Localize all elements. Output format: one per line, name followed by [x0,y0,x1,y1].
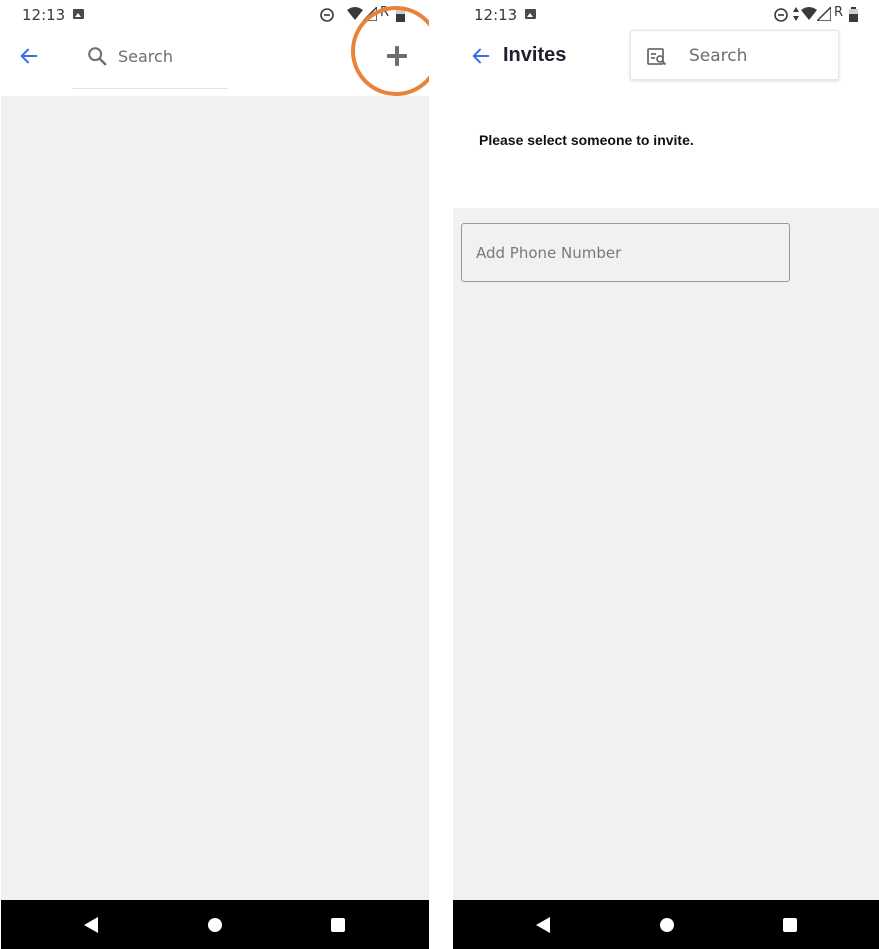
arrow-left-icon[interactable] [470,45,492,67]
status-bar: 12:13 R [453,0,879,30]
recents-square-icon[interactable] [331,918,345,932]
image-icon [525,9,536,19]
status-time: 12:13 [474,6,518,24]
nav-bar [1,900,429,949]
data-arrows-icon [793,7,799,21]
plus-icon[interactable] [377,36,417,76]
do-not-disturb-icon [774,8,788,22]
recents-square-icon[interactable] [783,918,797,932]
search-input[interactable]: Search [118,47,173,66]
content-area [1,96,429,900]
search-underline [72,88,228,89]
contact-search-icon [647,48,667,66]
signal-icon [363,7,377,21]
roaming-label: R [380,5,390,20]
app-bar: Search [1,30,429,96]
status-time: 12:13 [22,6,66,24]
signal-icon [817,7,831,21]
wifi-icon [801,7,817,20]
back-triangle-icon[interactable] [536,917,550,933]
search-input[interactable]: Search [689,46,747,66]
home-circle-icon[interactable] [660,918,674,932]
do-not-disturb-icon [320,8,334,22]
search-box[interactable]: Search [630,30,839,80]
search-icon[interactable] [86,45,108,67]
app-bar: Invites Search [453,30,879,96]
right-screen: 12:13 R Invites Search Please select som… [453,0,879,949]
invite-prompt: Please select someone to invite. [479,132,694,148]
battery-icon [849,7,858,22]
roaming-label: R [834,5,844,20]
content-area [453,208,879,900]
phone-number-field[interactable] [461,223,790,282]
home-circle-icon[interactable] [208,918,222,932]
left-screen: 12:13 R Search [1,0,429,949]
wifi-icon [347,7,363,20]
battery-icon [396,7,405,22]
back-triangle-icon[interactable] [84,917,98,933]
image-icon [73,9,84,19]
nav-bar [453,900,879,949]
page-title: Invites [503,44,567,66]
arrow-left-icon[interactable] [18,45,40,67]
status-bar: 12:13 R [1,0,429,30]
